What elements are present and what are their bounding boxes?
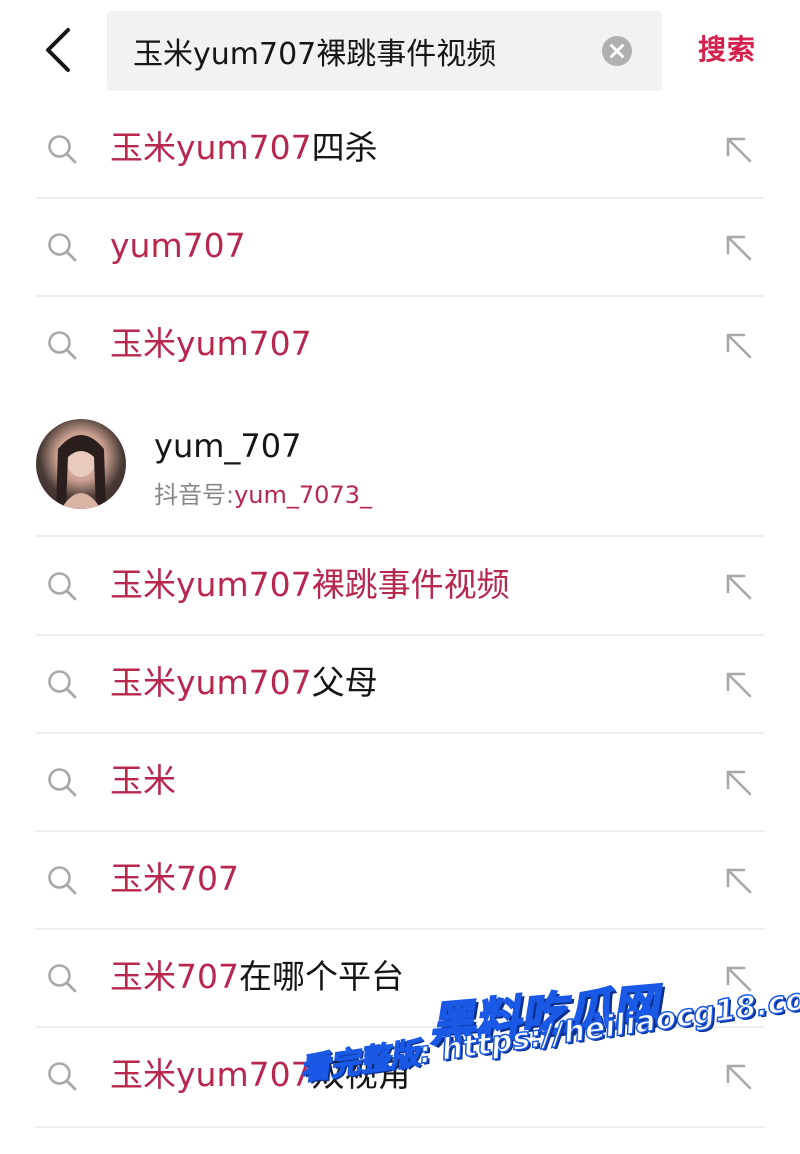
- suggestion-rest: 四杀: [311, 128, 378, 167]
- suggestion-item[interactable]: yum707: [0, 198, 800, 296]
- search-icon: [48, 572, 77, 601]
- search-box: [107, 11, 662, 91]
- suggestion-text: 玉米yum707四杀: [110, 126, 378, 170]
- suggestion-highlight: yum707: [110, 226, 246, 265]
- suggestion-highlight: 玉米: [110, 761, 176, 800]
- suggestion-rest: 父母: [311, 663, 378, 702]
- clear-icon: [602, 36, 632, 66]
- search-icon: [48, 768, 77, 797]
- fill-query-arrow-icon[interactable]: [722, 329, 754, 361]
- search-icon: [48, 964, 77, 993]
- suggestion-highlight: 玉米yum707: [110, 663, 312, 702]
- suggestion-text: 玉米707在哪个平台: [110, 955, 404, 999]
- divider: [36, 1126, 764, 1128]
- suggestion-text: yum707: [110, 224, 246, 268]
- user-id-value: yum_7073_: [234, 481, 372, 509]
- fill-query-arrow-icon[interactable]: [722, 231, 754, 263]
- avatar-image: [56, 435, 106, 509]
- suggestion-highlight: 玉米707: [110, 859, 239, 898]
- fill-query-arrow-icon[interactable]: [722, 1060, 754, 1092]
- suggestion-text: 玉米: [110, 759, 176, 803]
- clear-button[interactable]: [601, 35, 633, 67]
- fill-query-arrow-icon[interactable]: [722, 133, 754, 165]
- suggestion-highlight: 玉米yum707: [110, 324, 312, 363]
- user-name: yum_707: [154, 427, 302, 465]
- search-icon: [48, 866, 77, 895]
- search-icon: [48, 1062, 77, 1091]
- suggestion-item[interactable]: 玉米: [0, 733, 800, 831]
- user-id-label: 抖音号:: [154, 481, 235, 509]
- search-header: 搜索: [0, 0, 800, 100]
- suggestion-highlight: 玉米yum707: [110, 1055, 312, 1094]
- user-result[interactable]: yum_707 抖音号:yum_7073_: [0, 393, 800, 536]
- suggestion-item[interactable]: 玉米yum707: [0, 296, 800, 394]
- search-icon: [48, 135, 77, 164]
- suggestion-item[interactable]: 玉米yum707裸跳事件视频: [0, 537, 800, 635]
- chevron-left-icon: [46, 28, 70, 72]
- avatar: [36, 419, 126, 509]
- fill-query-arrow-icon[interactable]: [722, 864, 754, 896]
- search-icon: [48, 670, 77, 699]
- suggestion-item[interactable]: 玉米707在哪个平台: [0, 929, 800, 1027]
- suggestion-highlight: 玉米yum707: [110, 128, 312, 167]
- search-input[interactable]: [133, 11, 593, 91]
- suggestion-highlight: 玉米yum707裸跳事件视频: [110, 565, 510, 604]
- suggestion-text: 玉米707: [110, 857, 239, 901]
- user-id: 抖音号:yum_7073_: [154, 475, 372, 510]
- back-button[interactable]: [34, 22, 86, 78]
- search-icon: [48, 331, 77, 360]
- suggestion-item[interactable]: 玉米707: [0, 831, 800, 929]
- suggestion-rest: 双视角: [311, 1055, 411, 1094]
- suggestion-text: 玉米yum707父母: [110, 661, 378, 705]
- fill-query-arrow-icon[interactable]: [722, 668, 754, 700]
- suggestion-item[interactable]: 玉米yum707四杀: [0, 100, 800, 198]
- search-icon: [48, 233, 77, 262]
- suggestion-item[interactable]: 玉米yum707父母: [0, 635, 800, 733]
- search-button[interactable]: 搜索: [698, 28, 756, 68]
- suggestion-text: 玉米yum707裸跳事件视频: [110, 563, 510, 607]
- fill-query-arrow-icon[interactable]: [722, 766, 754, 798]
- suggestion-item[interactable]: 玉米yum707双视角: [0, 1027, 800, 1125]
- suggestion-rest: 在哪个平台: [239, 957, 404, 996]
- suggestion-highlight: 玉米707: [110, 957, 239, 996]
- fill-query-arrow-icon[interactable]: [722, 570, 754, 602]
- suggestion-text: 玉米yum707双视角: [110, 1053, 411, 1097]
- fill-query-arrow-icon[interactable]: [722, 962, 754, 994]
- suggestion-text: 玉米yum707: [110, 322, 312, 366]
